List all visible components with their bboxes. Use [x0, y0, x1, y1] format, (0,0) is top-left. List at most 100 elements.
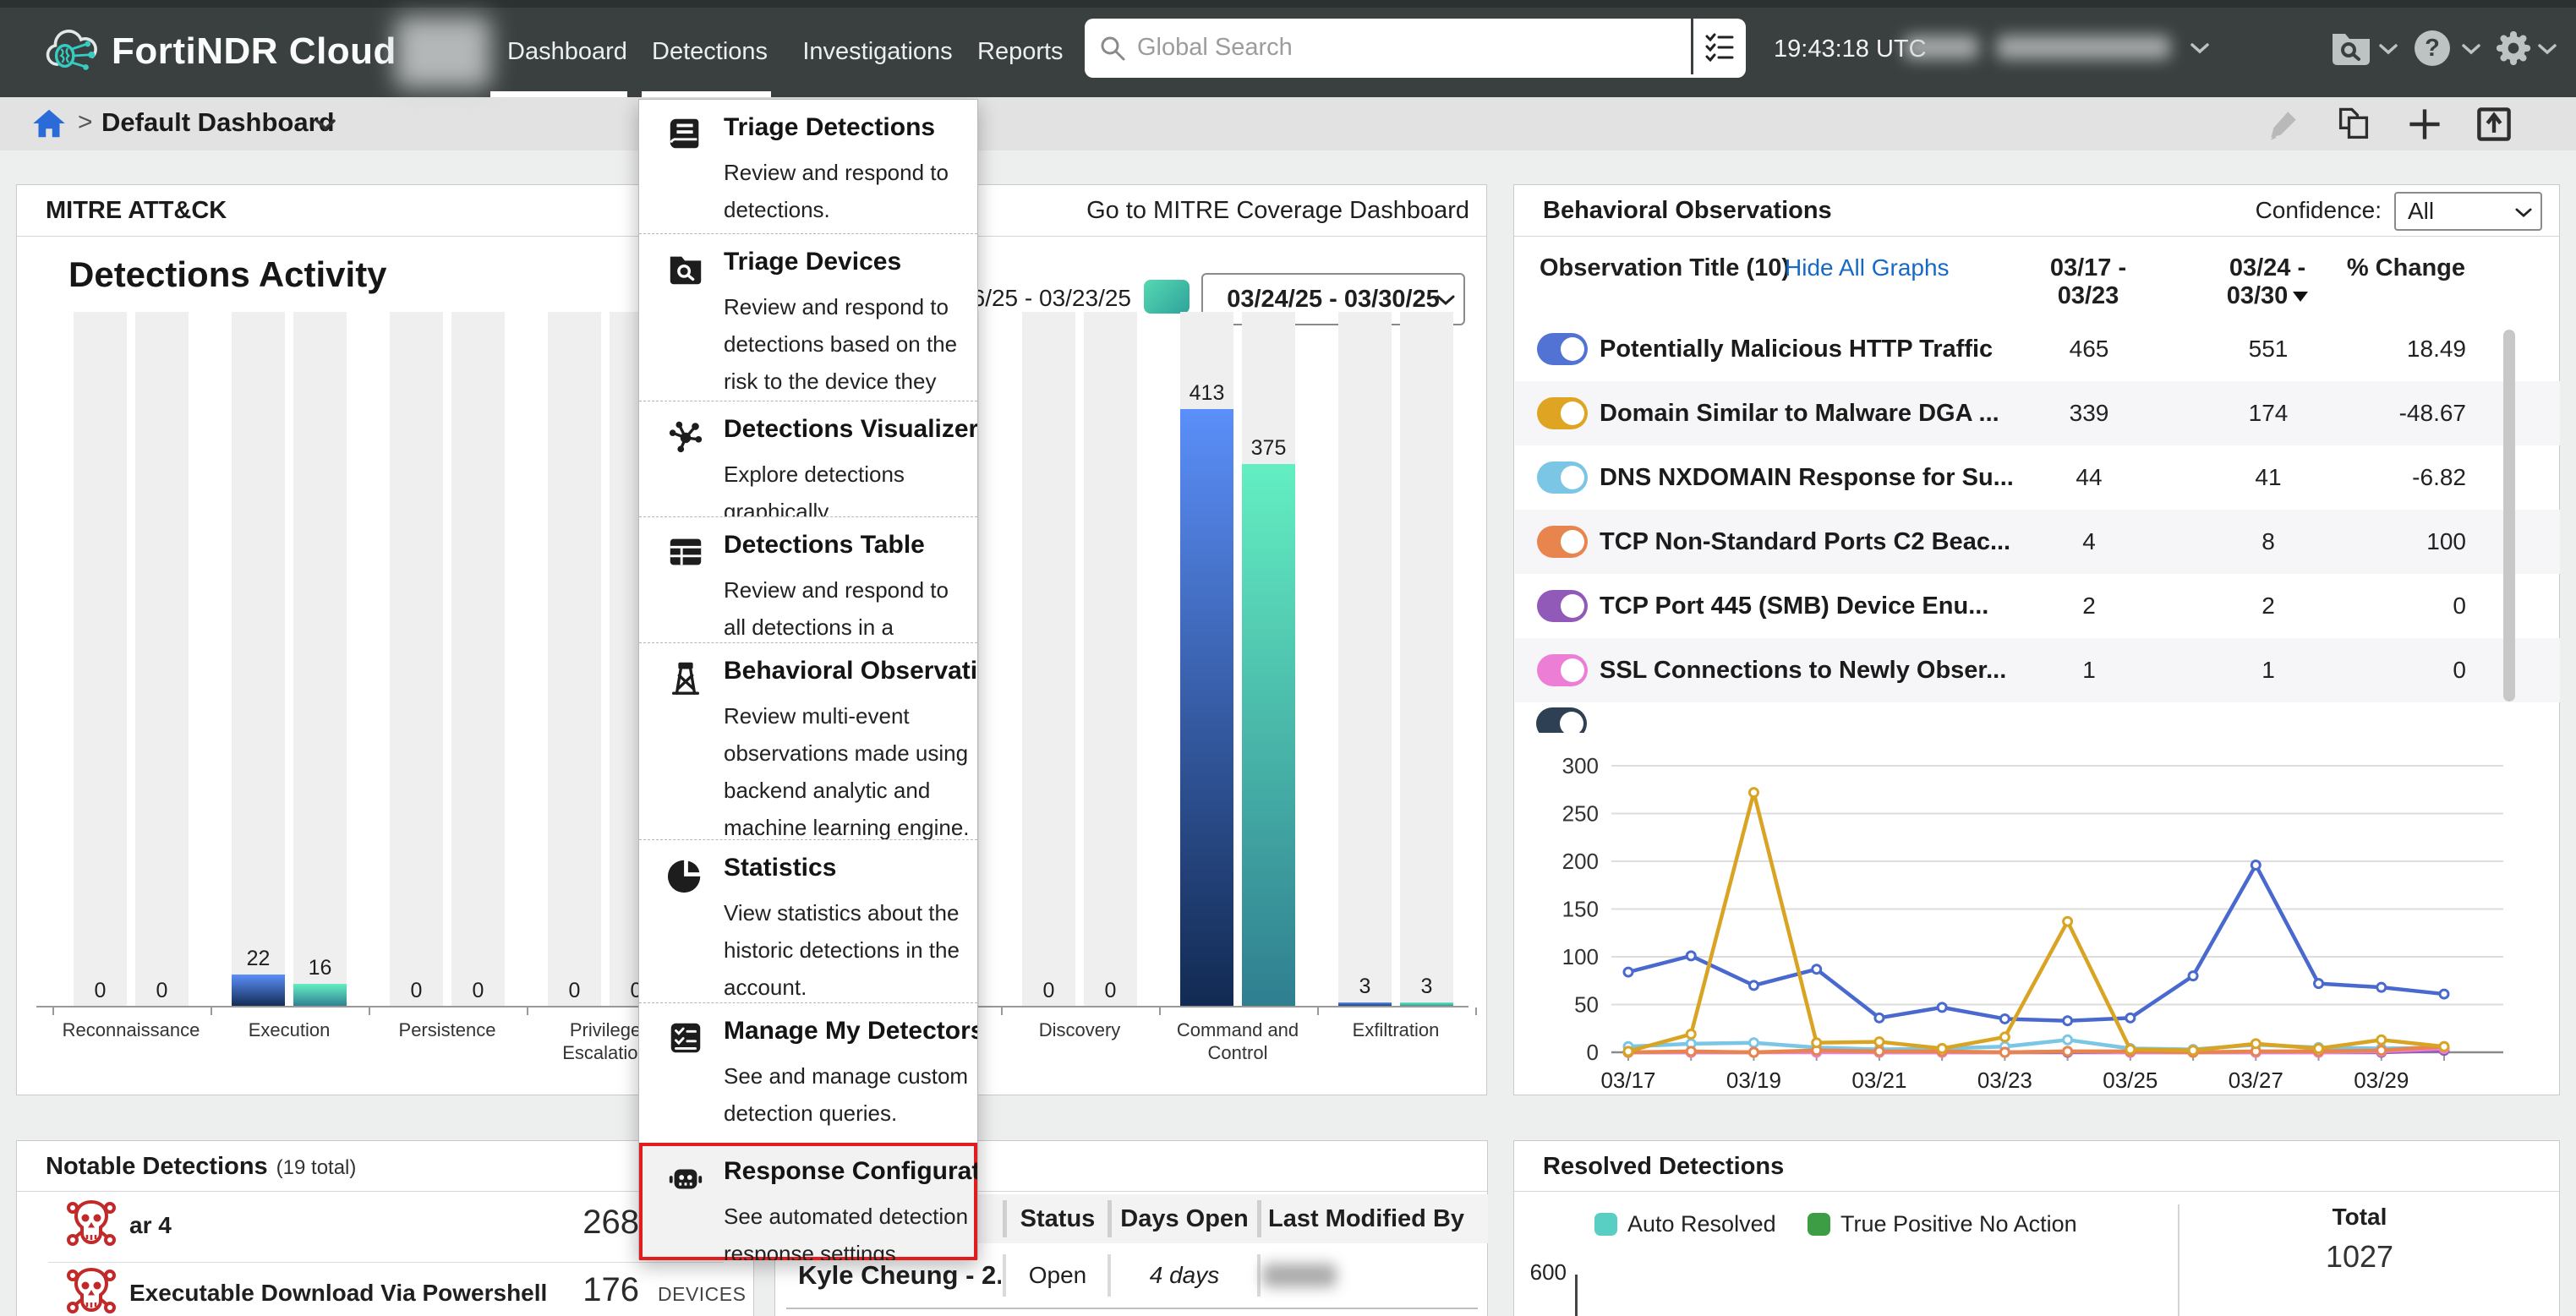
true-positive-swatch[interactable]: [1808, 1213, 1830, 1236]
data-point[interactable]: [1813, 965, 1821, 974]
data-point[interactable]: [2251, 1040, 2260, 1048]
copy-dashboard-icon[interactable]: [2335, 106, 2372, 143]
data-point[interactable]: [2440, 990, 2448, 998]
observation-row[interactable]: DNS NXDOMAIN Response for Su...4441-6.82: [1515, 445, 2560, 510]
data-point[interactable]: [1624, 1047, 1633, 1056]
percent-change-column-header[interactable]: % Change: [2326, 254, 2465, 282]
data-point[interactable]: [1687, 1047, 1695, 1056]
observation-row[interactable]: TCP Non-Standard Ports C2 Beac...48100: [1515, 510, 2560, 574]
data-point[interactable]: [1938, 1003, 1946, 1012]
data-point[interactable]: [2064, 1047, 2072, 1056]
breadcrumb[interactable]: Default Dashboard: [101, 107, 335, 138]
auto-resolved-swatch[interactable]: [1594, 1213, 1617, 1236]
data-point[interactable]: [1938, 1044, 1946, 1052]
search-input[interactable]: [1135, 24, 1629, 71]
bar-value-label: 413: [1180, 380, 1233, 406]
confidence-select[interactable]: All: [2394, 192, 2542, 231]
data-point[interactable]: [1813, 1039, 1821, 1047]
data-point[interactable]: [1749, 789, 1758, 797]
hide-all-graphs-link[interactable]: Hide All Graphs: [1785, 254, 1950, 281]
menu-item-triage-devices[interactable]: Triage DevicesReview and respond to dete…: [639, 233, 977, 401]
folder-search-icon[interactable]: [2330, 29, 2372, 66]
data-point[interactable]: [2189, 1046, 2197, 1055]
days-open-column-header[interactable]: Days Open: [1116, 1194, 1253, 1243]
data-point[interactable]: [1875, 1047, 1884, 1056]
data-point[interactable]: [1749, 981, 1758, 990]
home-icon[interactable]: [32, 107, 66, 139]
data-point[interactable]: [2000, 1033, 2009, 1041]
data-point[interactable]: [1749, 1048, 1758, 1057]
menu-item-manage-my-detectors[interactable]: Manage My DetectorsSee and manage custom…: [639, 1002, 977, 1143]
nav-item-detections[interactable]: Detections: [652, 0, 762, 97]
observation-row[interactable]: SSL Connections to Newly Obser...110: [1515, 638, 2560, 702]
menu-item-title: Statistics: [724, 854, 836, 882]
investigation-status: Open: [1011, 1243, 1104, 1308]
nav-item-dashboard[interactable]: Dashboard: [507, 0, 615, 97]
data-point[interactable]: [2000, 1014, 2009, 1023]
data-point[interactable]: [2251, 861, 2260, 870]
data-point[interactable]: [2440, 1042, 2448, 1051]
prev-week-column-header[interactable]: 03/17 - 03/23: [2016, 254, 2160, 310]
help-icon[interactable]: [2415, 30, 2450, 66]
data-point[interactable]: [2064, 917, 2072, 926]
menu-item-title: Response Configuration: [724, 1157, 977, 1186]
last-modified-column-header[interactable]: Last Modified By: [1268, 1194, 1479, 1243]
detection-bar[interactable]: [232, 975, 285, 1007]
bar-value-label: 0: [74, 978, 127, 1003]
detection-bar[interactable]: [1180, 409, 1233, 1007]
data-point[interactable]: [2377, 983, 2386, 991]
menu-item-response-configuration[interactable]: Response ConfigurationSee automated dete…: [639, 1143, 977, 1260]
menu-item-statistics[interactable]: StatisticsView statistics about the hist…: [639, 839, 977, 1002]
observations-scrollbar[interactable]: [2503, 330, 2515, 702]
observation-toggle[interactable]: [1537, 526, 1588, 558]
data-point[interactable]: [2126, 1013, 2135, 1022]
observation-toggle[interactable]: [1537, 333, 1588, 365]
data-point[interactable]: [1624, 968, 1633, 976]
menu-item-triage-detections[interactable]: Triage DetectionsReview and respond to d…: [639, 100, 977, 233]
observation-row[interactable]: Domain Similar to Malware DGA ...339174-…: [1515, 381, 2560, 445]
account-chevron-down-icon[interactable]: [2190, 42, 2210, 54]
data-point[interactable]: [2064, 1035, 2072, 1044]
edit-pencil-icon[interactable]: [2266, 107, 2301, 143]
menu-item-behavioral-observations[interactable]: Behavioral ObservationsReview multi-even…: [639, 642, 977, 839]
data-point[interactable]: [2000, 1048, 2009, 1057]
data-point[interactable]: [1749, 1039, 1758, 1047]
data-point[interactable]: [2126, 1046, 2135, 1054]
curr-week-column-header[interactable]: 03/24 - 03/30: [2196, 254, 2339, 310]
menu-item-description: Review multi-event observations made usi…: [724, 697, 971, 839]
folder-search-chevron-icon[interactable]: [2379, 44, 2398, 55]
observation-toggle[interactable]: [1537, 590, 1588, 622]
redacted-account-name[interactable]: [1997, 35, 2170, 59]
observation-toggle[interactable]: [1536, 707, 1587, 733]
observation-toggle[interactable]: [1537, 461, 1588, 494]
observation-toggle[interactable]: [1537, 397, 1588, 429]
detection-bar[interactable]: [293, 984, 347, 1007]
export-dashboard-icon[interactable]: [2475, 106, 2513, 143]
menu-item-title: Manage My Detectors: [724, 1017, 977, 1046]
dashboard-chevron-down-icon[interactable]: [314, 118, 336, 131]
nav-item-reports[interactable]: Reports: [977, 0, 1052, 97]
data-point[interactable]: [1687, 1030, 1695, 1039]
observation-row[interactable]: TCP Port 445 (SMB) Device Enu...220: [1515, 574, 2560, 638]
status-column-header[interactable]: Status: [1011, 1194, 1104, 1243]
data-point[interactable]: [1687, 952, 1695, 960]
search-filter-button[interactable]: [1691, 19, 1746, 74]
nav-item-investigations[interactable]: Investigations: [798, 0, 957, 97]
data-point[interactable]: [1875, 1013, 1884, 1022]
data-point[interactable]: [2064, 1017, 2072, 1025]
data-point[interactable]: [2189, 972, 2197, 980]
data-point[interactable]: [1875, 1038, 1884, 1046]
data-point[interactable]: [2377, 1035, 2386, 1044]
gear-chevron-icon[interactable]: [2538, 44, 2557, 55]
data-point[interactable]: [2315, 980, 2323, 988]
menu-item-detections-table[interactable]: Detections TableReview and respond to al…: [639, 516, 977, 642]
data-point[interactable]: [2315, 1044, 2323, 1052]
add-widget-icon[interactable]: [2406, 106, 2443, 143]
gear-icon[interactable]: [2494, 29, 2533, 68]
detection-bar[interactable]: [1242, 464, 1295, 1007]
help-chevron-icon[interactable]: [2462, 44, 2480, 55]
data-point[interactable]: [2377, 1046, 2386, 1055]
observation-toggle[interactable]: [1537, 654, 1588, 686]
menu-item-detections-visualizer[interactable]: Detections VisualizerExplore detections …: [639, 401, 977, 516]
observation-row[interactable]: Potentially Malicious HTTP Traffic465551…: [1515, 317, 2560, 381]
